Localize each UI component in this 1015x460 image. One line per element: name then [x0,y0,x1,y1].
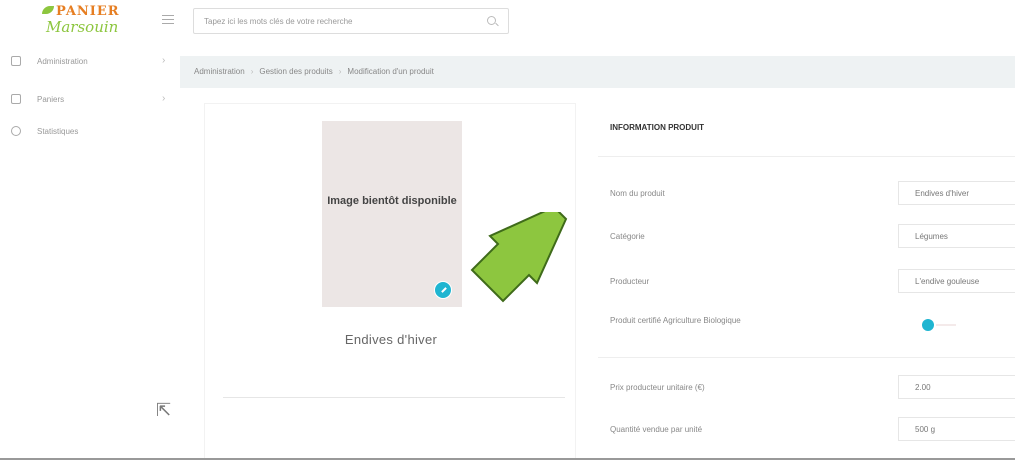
field-label-producer: Producteur [610,277,650,286]
breadcrumb-current: Modification d'un produit [347,67,434,76]
logo-line-1: PANIER [56,4,120,19]
search-box [193,8,509,34]
breadcrumb-administration[interactable]: Administration [194,67,245,76]
field-label-price: Prix producteur unitaire (€) [610,383,705,392]
divider [598,357,1015,358]
breadcrumb-separator: › [338,67,342,76]
product-name-input[interactable]: Endives d'hiver [898,181,1015,205]
search-icon[interactable] [487,16,496,25]
toggle-knob [922,319,934,331]
field-label-quantity: Quantité vendue par unité [610,425,703,434]
breadcrumb-bar: Administration › Gestion des produits › Modi… [180,56,1015,88]
category-select[interactable]: Légumes [898,224,1015,248]
product-name-heading: Endives d'hiver [344,332,438,347]
sidebar-item-statistiques[interactable]: Statistiques [0,122,178,142]
breadcrumb-gestion-produits[interactable]: Gestion des produits [259,67,332,76]
menu-toggle-icon[interactable] [162,15,174,25]
search-input[interactable] [194,9,474,33]
product-image-placeholder: Image bientôt disponible [322,121,462,307]
field-label-organic: Produit certifié Agriculture Biologique [610,316,741,325]
quantity-input[interactable]: 500 g [898,417,1015,441]
breadcrumb: Administration › Gestion des produits › Modi… [194,67,434,76]
sidebar-item-label: Paniers [37,95,65,104]
mouse-cursor-icon: ⇱ [156,400,172,420]
edit-image-button[interactable] [434,281,452,299]
sidebar-item-paniers[interactable]: Paniers › [0,90,178,110]
admin-icon [11,56,21,66]
leaf-icon [42,6,54,14]
chevron-right-icon: › [162,55,166,66]
breadcrumb-separator: › [250,67,254,76]
divider [598,156,1015,157]
info-title: INFORMATION PRODUIT [610,123,705,132]
sidebar-item-label: Statistiques [37,127,79,136]
sidebar-item-label: Administration [37,57,88,66]
sidebar: Administration › Paniers › Statistiques [0,42,178,460]
sidebar-item-administration[interactable]: Administration › [0,52,178,72]
divider [223,397,565,398]
image-placeholder-text: Image bientôt disponible [327,195,457,207]
toggle-track [936,324,956,326]
calendar-icon [11,94,21,104]
chevron-right-icon: › [162,93,166,104]
field-label-name: Nom du produit [610,189,665,198]
product-info-card: INFORMATION PRODUIT Nom du produit Endiv… [598,103,1015,460]
logo[interactable]: PANIER Marsouin [36,4,126,40]
organic-toggle[interactable] [922,319,962,331]
top-bar: PANIER Marsouin [0,0,1015,42]
producer-select[interactable]: L'endive gouleuse [898,269,1015,293]
field-label-category: Catégorie [610,232,645,241]
price-input[interactable]: 2.00 [898,375,1015,399]
logo-line-2: Marsouin [46,18,119,36]
clock-icon [11,126,21,136]
annotation-arrow-icon [470,212,568,303]
